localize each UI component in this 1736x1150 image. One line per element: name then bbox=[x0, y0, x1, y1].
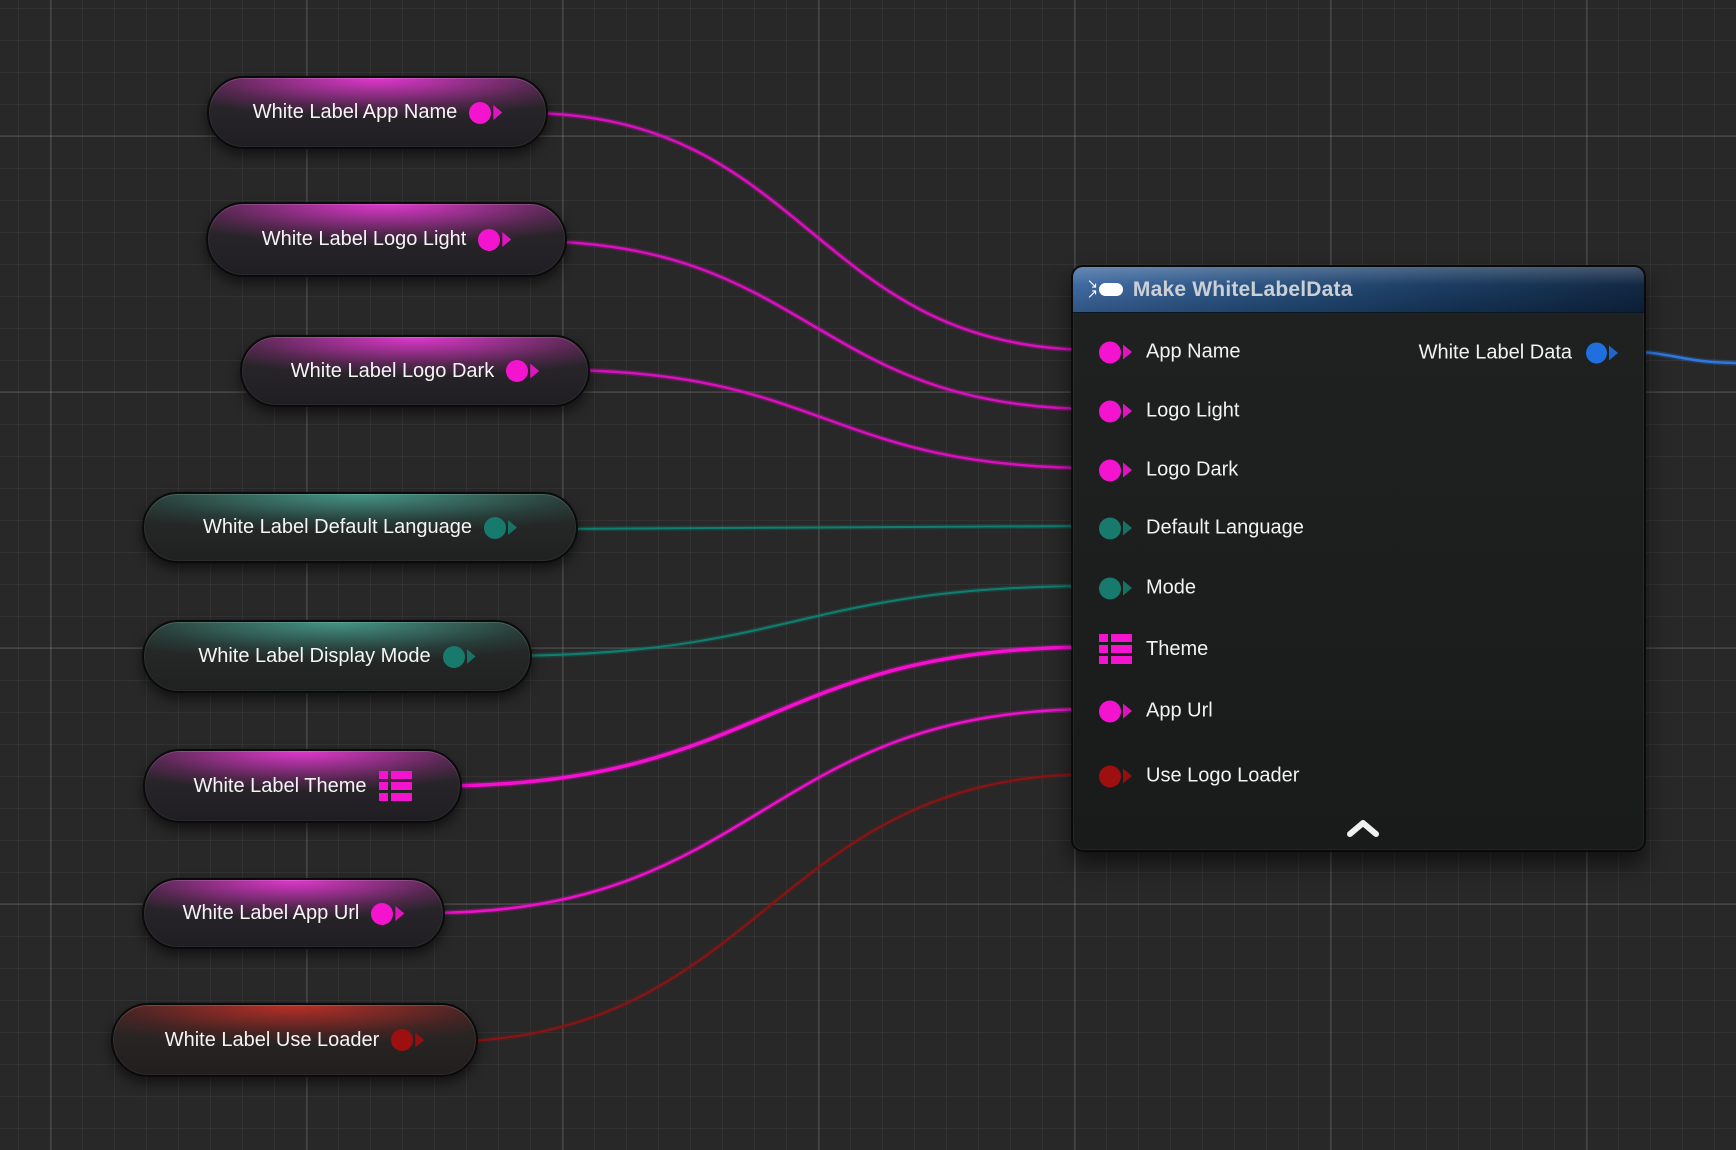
wire[interactable] bbox=[427, 709, 1097, 913]
pin-label: Mode bbox=[1146, 577, 1196, 600]
wire[interactable] bbox=[495, 586, 1097, 656]
input-pin-icon[interactable] bbox=[1099, 577, 1132, 599]
output-pin-icon[interactable] bbox=[443, 646, 476, 668]
wire[interactable] bbox=[527, 241, 1097, 409]
getter-node-white-label-logo-dark[interactable]: White Label Logo Dark bbox=[240, 335, 590, 407]
getter-node-label: White Label Theme bbox=[193, 775, 366, 798]
make-whitelabeldata-node[interactable]: ↘↗ Make WhiteLabelData App Name Logo Lig… bbox=[1071, 265, 1646, 852]
output-pin-icon[interactable] bbox=[371, 903, 404, 925]
input-pin-icon[interactable] bbox=[1099, 459, 1132, 481]
input-pin-icon[interactable] bbox=[1099, 341, 1132, 363]
pin-label: Logo Dark bbox=[1146, 459, 1238, 482]
getter-node-label: White Label Use Loader bbox=[165, 1029, 380, 1052]
struct-pin-icon[interactable] bbox=[379, 771, 412, 801]
getter-node-label: White Label App Url bbox=[183, 902, 360, 925]
getter-node-white-label-use-loader[interactable]: White Label Use Loader bbox=[111, 1003, 478, 1077]
output-pin-icon[interactable] bbox=[484, 517, 517, 539]
input-pin-icon[interactable] bbox=[1099, 517, 1132, 539]
input-pin-row-default-language: Default Language bbox=[1099, 517, 1304, 540]
output-pin-icon[interactable] bbox=[391, 1029, 424, 1051]
wire[interactable] bbox=[437, 774, 1097, 1042]
getter-node-label: White Label App Name bbox=[253, 101, 458, 124]
getter-node-white-label-logo-light[interactable]: White Label Logo Light bbox=[206, 202, 567, 277]
getter-node-label: White Label Default Language bbox=[203, 516, 472, 539]
pin-label: Default Language bbox=[1146, 517, 1304, 540]
collapse-advanced-pins-button[interactable] bbox=[1345, 819, 1381, 839]
input-pin-row-mode: Mode bbox=[1099, 577, 1196, 600]
struct-pin-icon[interactable] bbox=[1099, 634, 1132, 664]
getter-node-white-label-app-url[interactable]: White Label App Url bbox=[142, 878, 445, 949]
wire[interactable] bbox=[524, 113, 1097, 350]
pin-label: Use Logo Loader bbox=[1146, 765, 1299, 788]
input-pin-row-theme: Theme bbox=[1099, 634, 1208, 664]
node-title: Make WhiteLabelData bbox=[1133, 278, 1353, 302]
node-header[interactable]: ↘↗ Make WhiteLabelData bbox=[1073, 267, 1644, 313]
pin-label: Logo Light bbox=[1146, 400, 1239, 423]
getter-node-white-label-display-mode[interactable]: White Label Display Mode bbox=[142, 620, 532, 693]
getter-node-white-label-default-language[interactable]: White Label Default Language bbox=[142, 492, 578, 563]
input-pin-row-use-logo-loader: Use Logo Loader bbox=[1099, 765, 1299, 788]
getter-node-label: White Label Logo Light bbox=[262, 228, 467, 251]
make-struct-icon: ↘↗ bbox=[1087, 280, 1123, 300]
chevron-up-icon bbox=[1345, 819, 1381, 839]
output-pin-row-white-label-data: White Label Data bbox=[1419, 342, 1618, 365]
wire[interactable] bbox=[555, 370, 1097, 468]
pin-label: White Label Data bbox=[1419, 342, 1572, 365]
pin-label: App Name bbox=[1146, 341, 1241, 364]
input-pin-icon[interactable] bbox=[1099, 400, 1132, 422]
input-pin-row-app-url: App Url bbox=[1099, 700, 1213, 723]
pin-label: Theme bbox=[1146, 638, 1208, 661]
output-pin-icon[interactable] bbox=[1586, 343, 1618, 364]
getter-node-white-label-app-name[interactable]: White Label App Name bbox=[207, 76, 548, 149]
getter-node-label: White Label Display Mode bbox=[198, 645, 430, 668]
blueprint-graph-canvas[interactable]: White Label App Name White Label Logo Li… bbox=[0, 0, 1736, 1150]
getter-node-white-label-theme[interactable]: White Label Theme bbox=[143, 749, 462, 823]
input-pin-row-logo-light: Logo Light bbox=[1099, 400, 1239, 423]
input-pin-row-logo-dark: Logo Dark bbox=[1099, 459, 1238, 482]
output-pin-icon[interactable] bbox=[478, 229, 511, 251]
input-pin-icon[interactable] bbox=[1099, 765, 1132, 787]
output-pin-icon[interactable] bbox=[469, 102, 502, 124]
output-pin-icon[interactable] bbox=[506, 360, 539, 382]
getter-node-label: White Label Logo Dark bbox=[291, 360, 494, 383]
input-pin-row-app-name: App Name bbox=[1099, 341, 1241, 364]
input-pin-icon[interactable] bbox=[1099, 700, 1132, 722]
pin-label: App Url bbox=[1146, 700, 1213, 723]
